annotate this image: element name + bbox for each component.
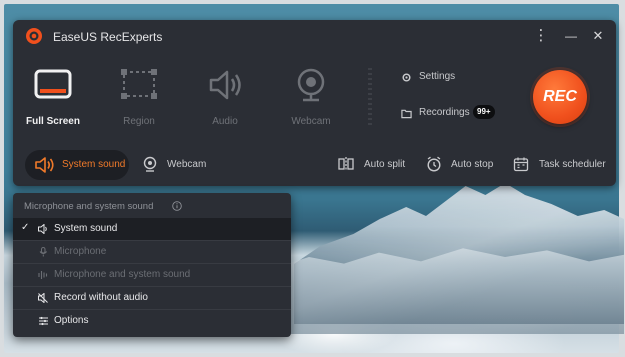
recordings-label: Recordings — [419, 107, 470, 118]
info-icon[interactable] — [172, 201, 182, 211]
auto-split-label: Auto split — [364, 159, 406, 170]
speaker-icon — [35, 157, 54, 173]
menu-item-record-without-audio[interactable]: Record without audio — [13, 287, 291, 309]
options-icon — [39, 316, 48, 326]
microphone-icon — [39, 247, 47, 257]
rec-button[interactable]: REC — [533, 70, 587, 124]
menu-item-mic-and-system[interactable]: Microphone and system sound — [13, 264, 291, 286]
minimize-button[interactable]: — — [561, 26, 581, 46]
mode-label: Audio — [212, 116, 238, 127]
menu-item-label: Microphone — [54, 246, 107, 257]
title-bar: EaseUS RecExperts ⋮ — ✕ — [13, 20, 616, 54]
mic-and-system-icon — [38, 271, 48, 279]
menu-item-label: Options — [54, 315, 89, 326]
mode-label: Region — [123, 116, 155, 127]
mode-full-screen[interactable]: Full Screen — [13, 64, 93, 134]
audio-source-menu: Microphone and system sound ✓ System sou… — [13, 193, 291, 337]
mode-webcam[interactable]: Webcam — [271, 64, 351, 134]
menu-item-options[interactable]: Options — [13, 310, 291, 332]
full-screen-icon — [34, 69, 72, 99]
app-title: EaseUS RecExperts — [53, 30, 163, 44]
menu-item-label: System sound — [54, 223, 118, 234]
menu-item-label: Record without audio — [54, 292, 148, 303]
speaker-icon — [38, 224, 47, 234]
gear-icon — [402, 73, 411, 82]
check-icon: ✓ — [21, 222, 30, 233]
region-icon — [121, 69, 157, 99]
mode-audio[interactable]: Audio — [185, 64, 265, 134]
task-scheduler-label: Task scheduler — [539, 159, 606, 170]
calendar-icon — [513, 157, 529, 172]
panel-divider — [368, 68, 372, 128]
menu-item-system-sound[interactable]: ✓ System sound — [13, 218, 291, 240]
system-sound-label: System sound — [62, 159, 126, 170]
system-sound-button[interactable]: System sound — [25, 150, 129, 180]
more-options-icon[interactable]: ⋮ — [531, 26, 551, 46]
mode-region[interactable]: Region — [99, 64, 179, 134]
webcam-label: Webcam — [167, 159, 207, 170]
close-button[interactable]: ✕ — [588, 26, 608, 46]
mode-label: Webcam — [291, 116, 331, 127]
recordings-count-badge: 99+ — [473, 105, 495, 119]
auto-stop-label: Auto stop — [451, 159, 494, 170]
alarm-clock-icon — [427, 156, 441, 172]
menu-item-label: Microphone and system sound — [54, 269, 191, 280]
options-bar: System sound Webcam Auto split Auto stop… — [13, 146, 616, 186]
menu-header: Microphone and system sound — [24, 201, 154, 212]
mode-label: Full Screen — [26, 116, 80, 127]
settings-label: Settings — [419, 71, 456, 82]
audio-icon — [209, 70, 241, 100]
recexperts-main-panel: EaseUS RecExperts ⋮ — ✕ Full Screen Regi… — [13, 20, 616, 186]
folder-icon — [401, 109, 412, 119]
muted-speaker-icon — [38, 293, 48, 303]
webcam-icon — [297, 68, 325, 102]
webcam-small-icon — [143, 156, 157, 172]
app-logo-icon — [26, 28, 42, 44]
auto-split-icon — [338, 157, 354, 171]
menu-item-microphone[interactable]: Microphone — [13, 241, 291, 263]
